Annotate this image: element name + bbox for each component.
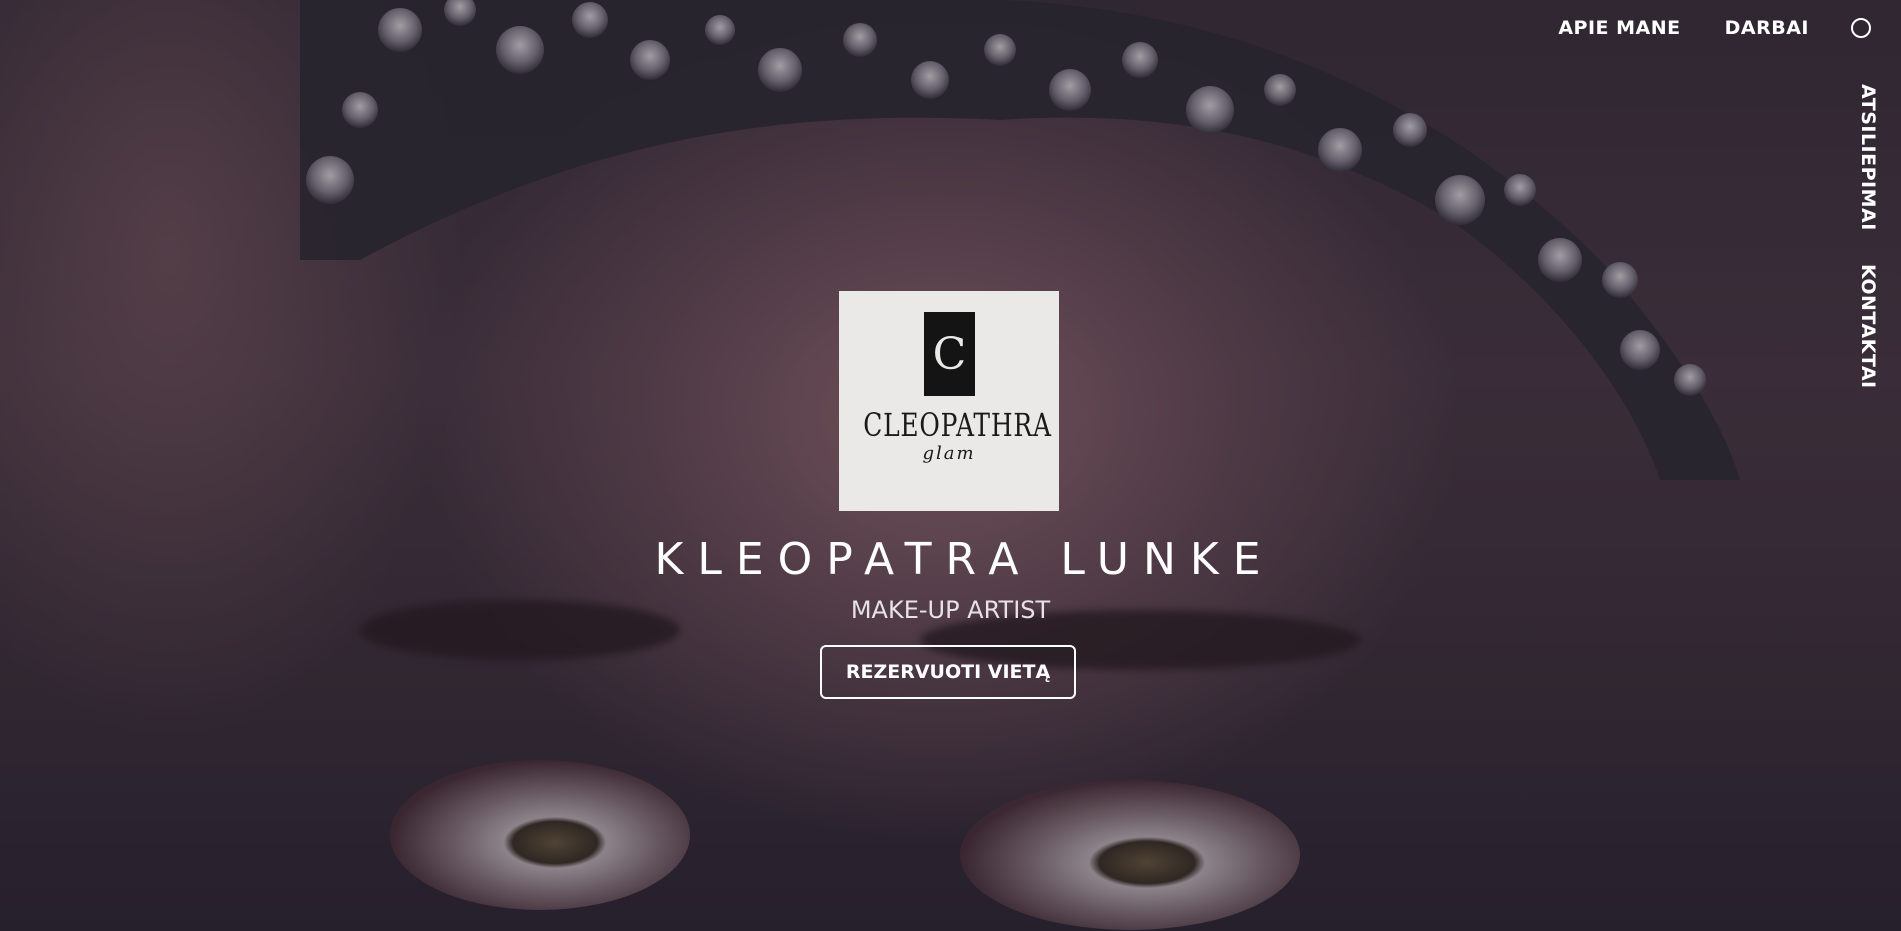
book-button[interactable]: REZERVUOTI VIETĄ [820,645,1076,699]
nav-contacts[interactable]: KONTAKTAI [1857,264,1879,389]
nav-about[interactable]: APIE MANE [1558,17,1680,39]
page-subtitle: MAKE-UP ARTIST [850,596,1051,624]
page-title: KLEOPATRA LUNKE [654,534,1275,585]
logo-monogram: C [924,312,975,396]
brand-logo: C CLEOPATHRA glam [839,291,1059,511]
nav-reviews[interactable]: ATSILIEPIMAI [1857,84,1879,231]
logo-subtitle: glam [922,443,976,464]
hero-section: APIE MANE DARBAI ATSILIEPIMAI KONTAKTAI … [0,0,1901,931]
nav-works[interactable]: DARBAI [1725,17,1809,39]
logo-name: CLEOPATHRA [863,406,1052,444]
top-nav: APIE MANE DARBAI [1558,17,1871,39]
menu-circle-icon[interactable] [1851,18,1871,38]
